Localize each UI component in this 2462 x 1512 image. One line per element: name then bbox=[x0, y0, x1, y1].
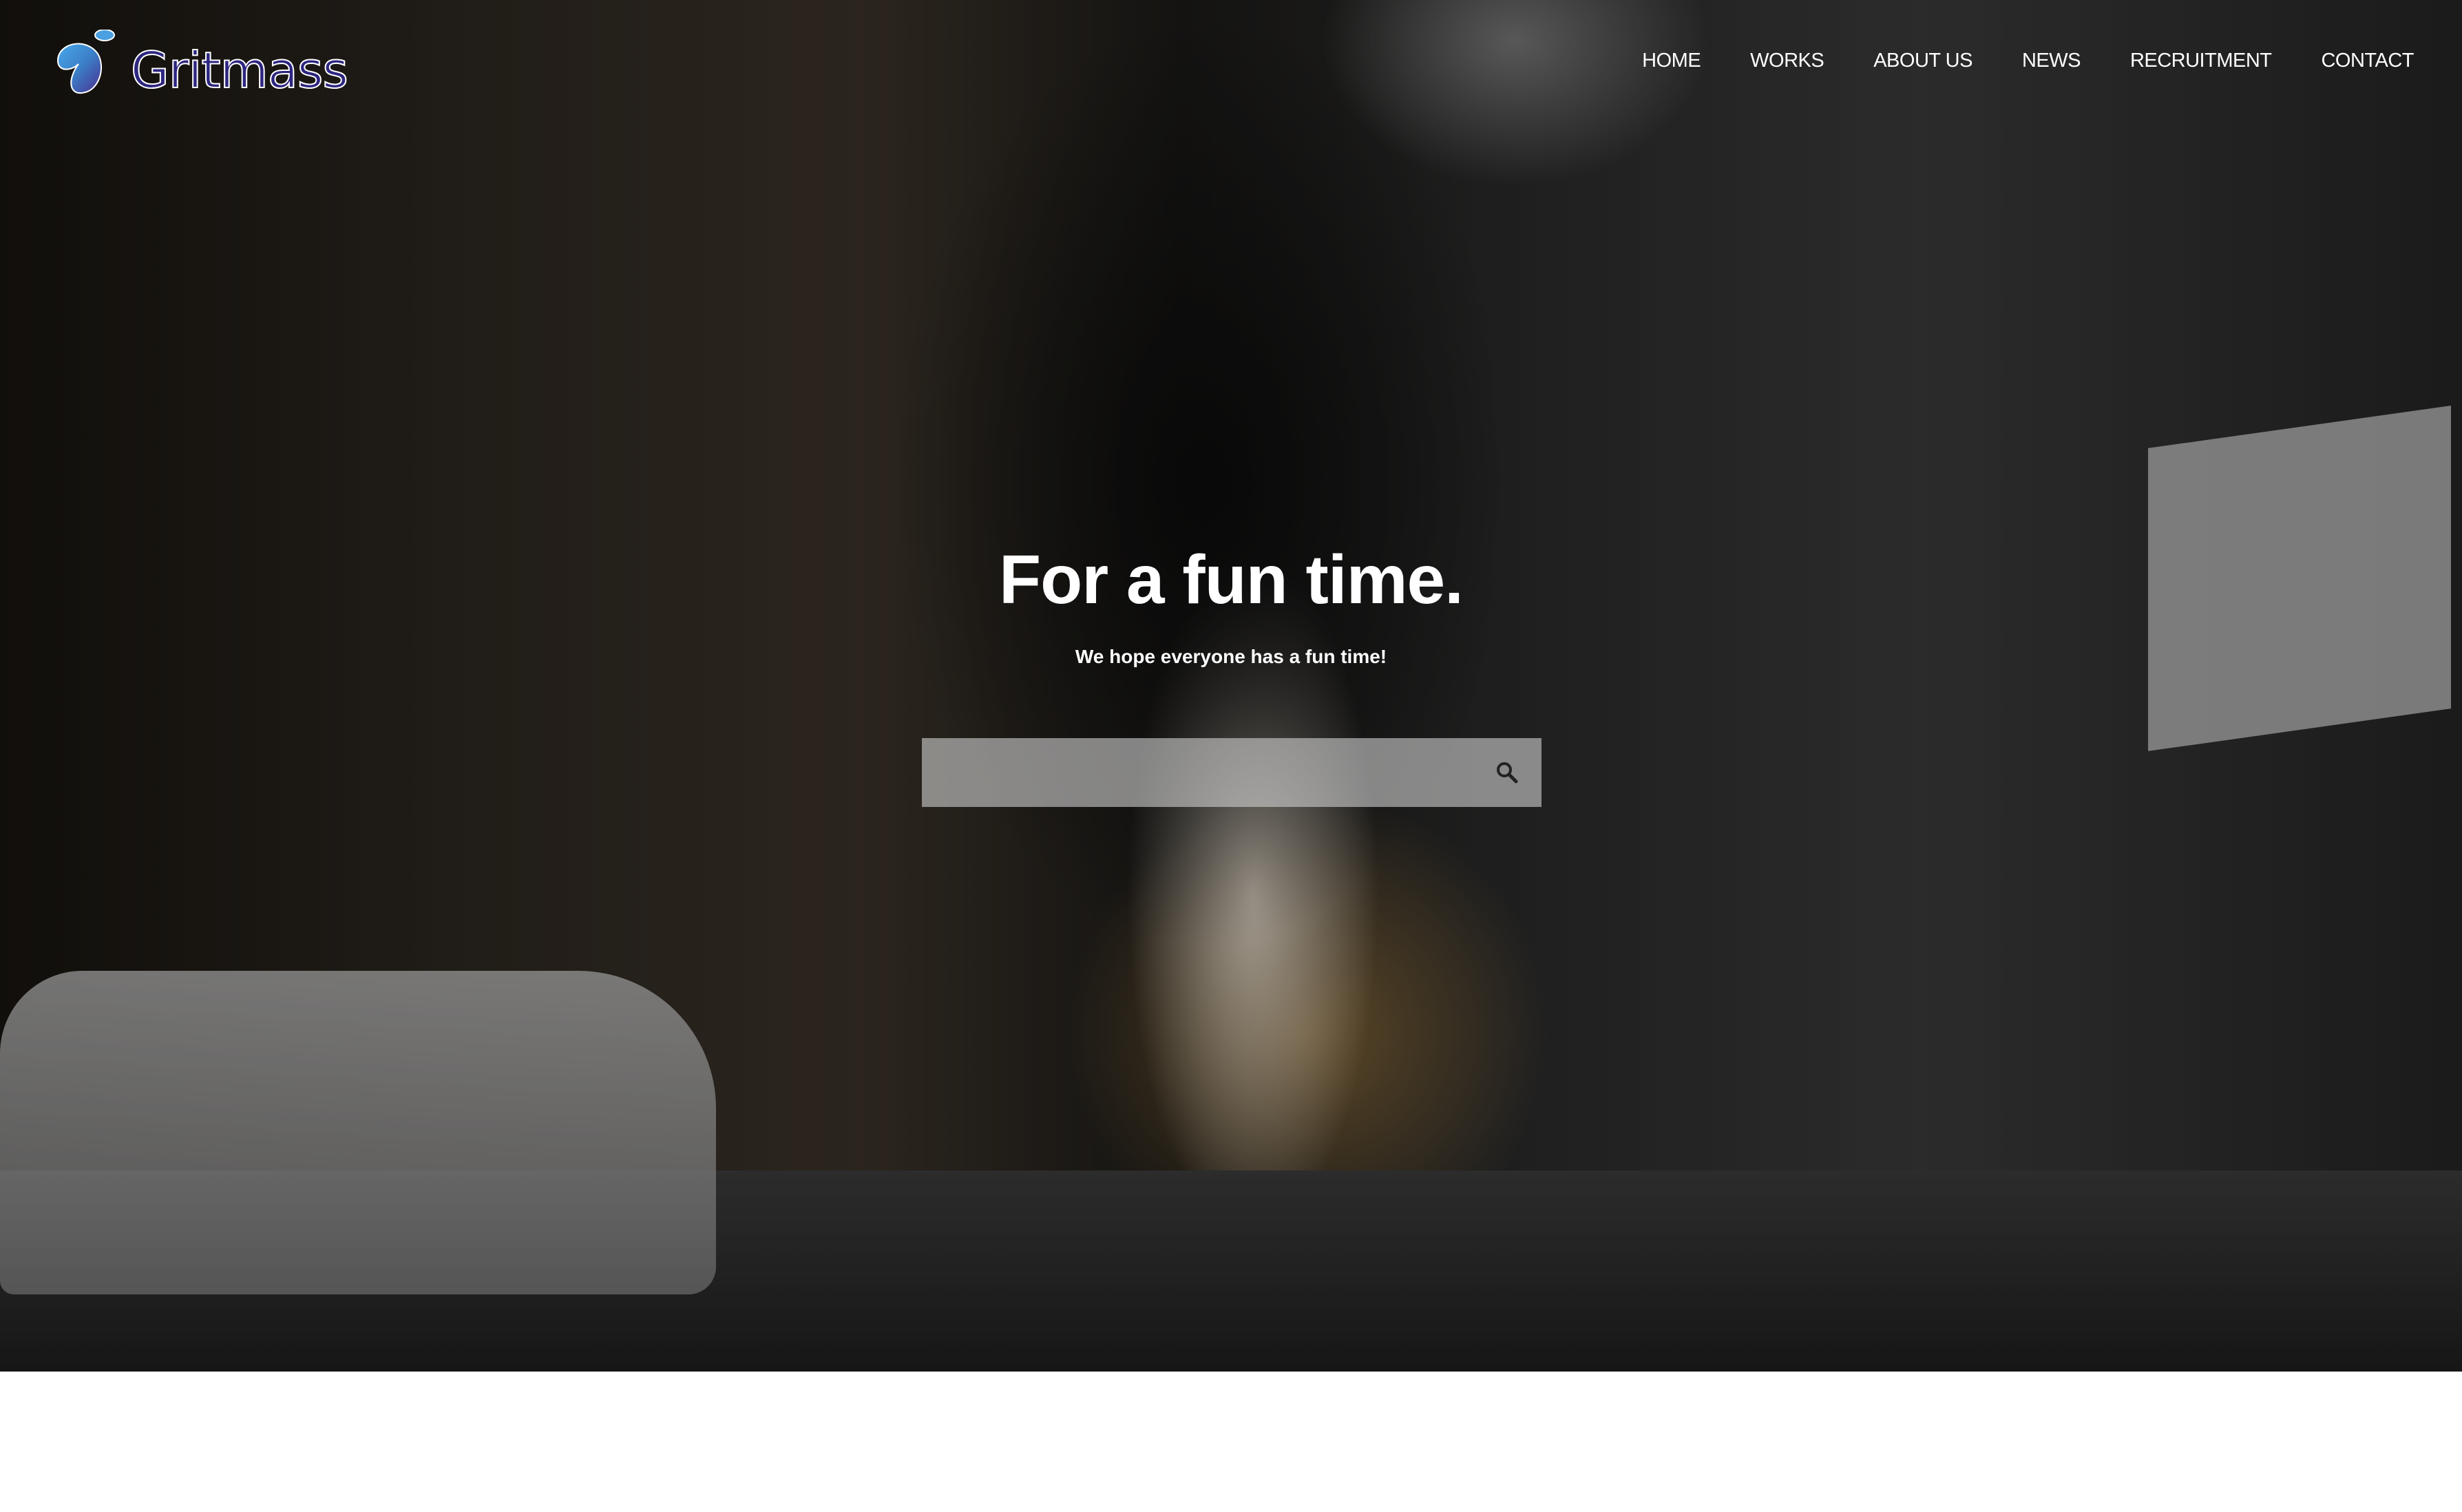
hero-overlay bbox=[0, 0, 2462, 1372]
search-button[interactable] bbox=[1493, 759, 1521, 786]
brand-logo[interactable]: Gritmass bbox=[51, 29, 349, 100]
hero-subtitle: We hope everyone has a fun time! bbox=[1075, 646, 1387, 667]
search-box bbox=[922, 738, 1542, 807]
search-input[interactable] bbox=[922, 738, 1473, 807]
hero-section: Gritmass HOME WORKS ABOUT US NEWS RECRUI… bbox=[0, 0, 2462, 1372]
brand-name: Gritmass bbox=[130, 41, 349, 100]
nav-works[interactable]: WORKS bbox=[1750, 50, 1824, 72]
hero-title: For a fun time. bbox=[999, 541, 1464, 618]
nav-contact[interactable]: CONTACT bbox=[2321, 50, 2414, 72]
search-icon bbox=[1497, 762, 1518, 784]
main-nav: HOME WORKS ABOUT US NEWS RECRUITMENT CON… bbox=[1592, 50, 2414, 72]
logo-icon bbox=[56, 30, 115, 94]
nav-about-us[interactable]: ABOUT US bbox=[1873, 50, 1972, 72]
nav-news[interactable]: NEWS bbox=[2022, 50, 2081, 72]
nav-recruitment[interactable]: RECRUITMENT bbox=[2130, 50, 2272, 72]
nav-home[interactable]: HOME bbox=[1642, 50, 1701, 72]
